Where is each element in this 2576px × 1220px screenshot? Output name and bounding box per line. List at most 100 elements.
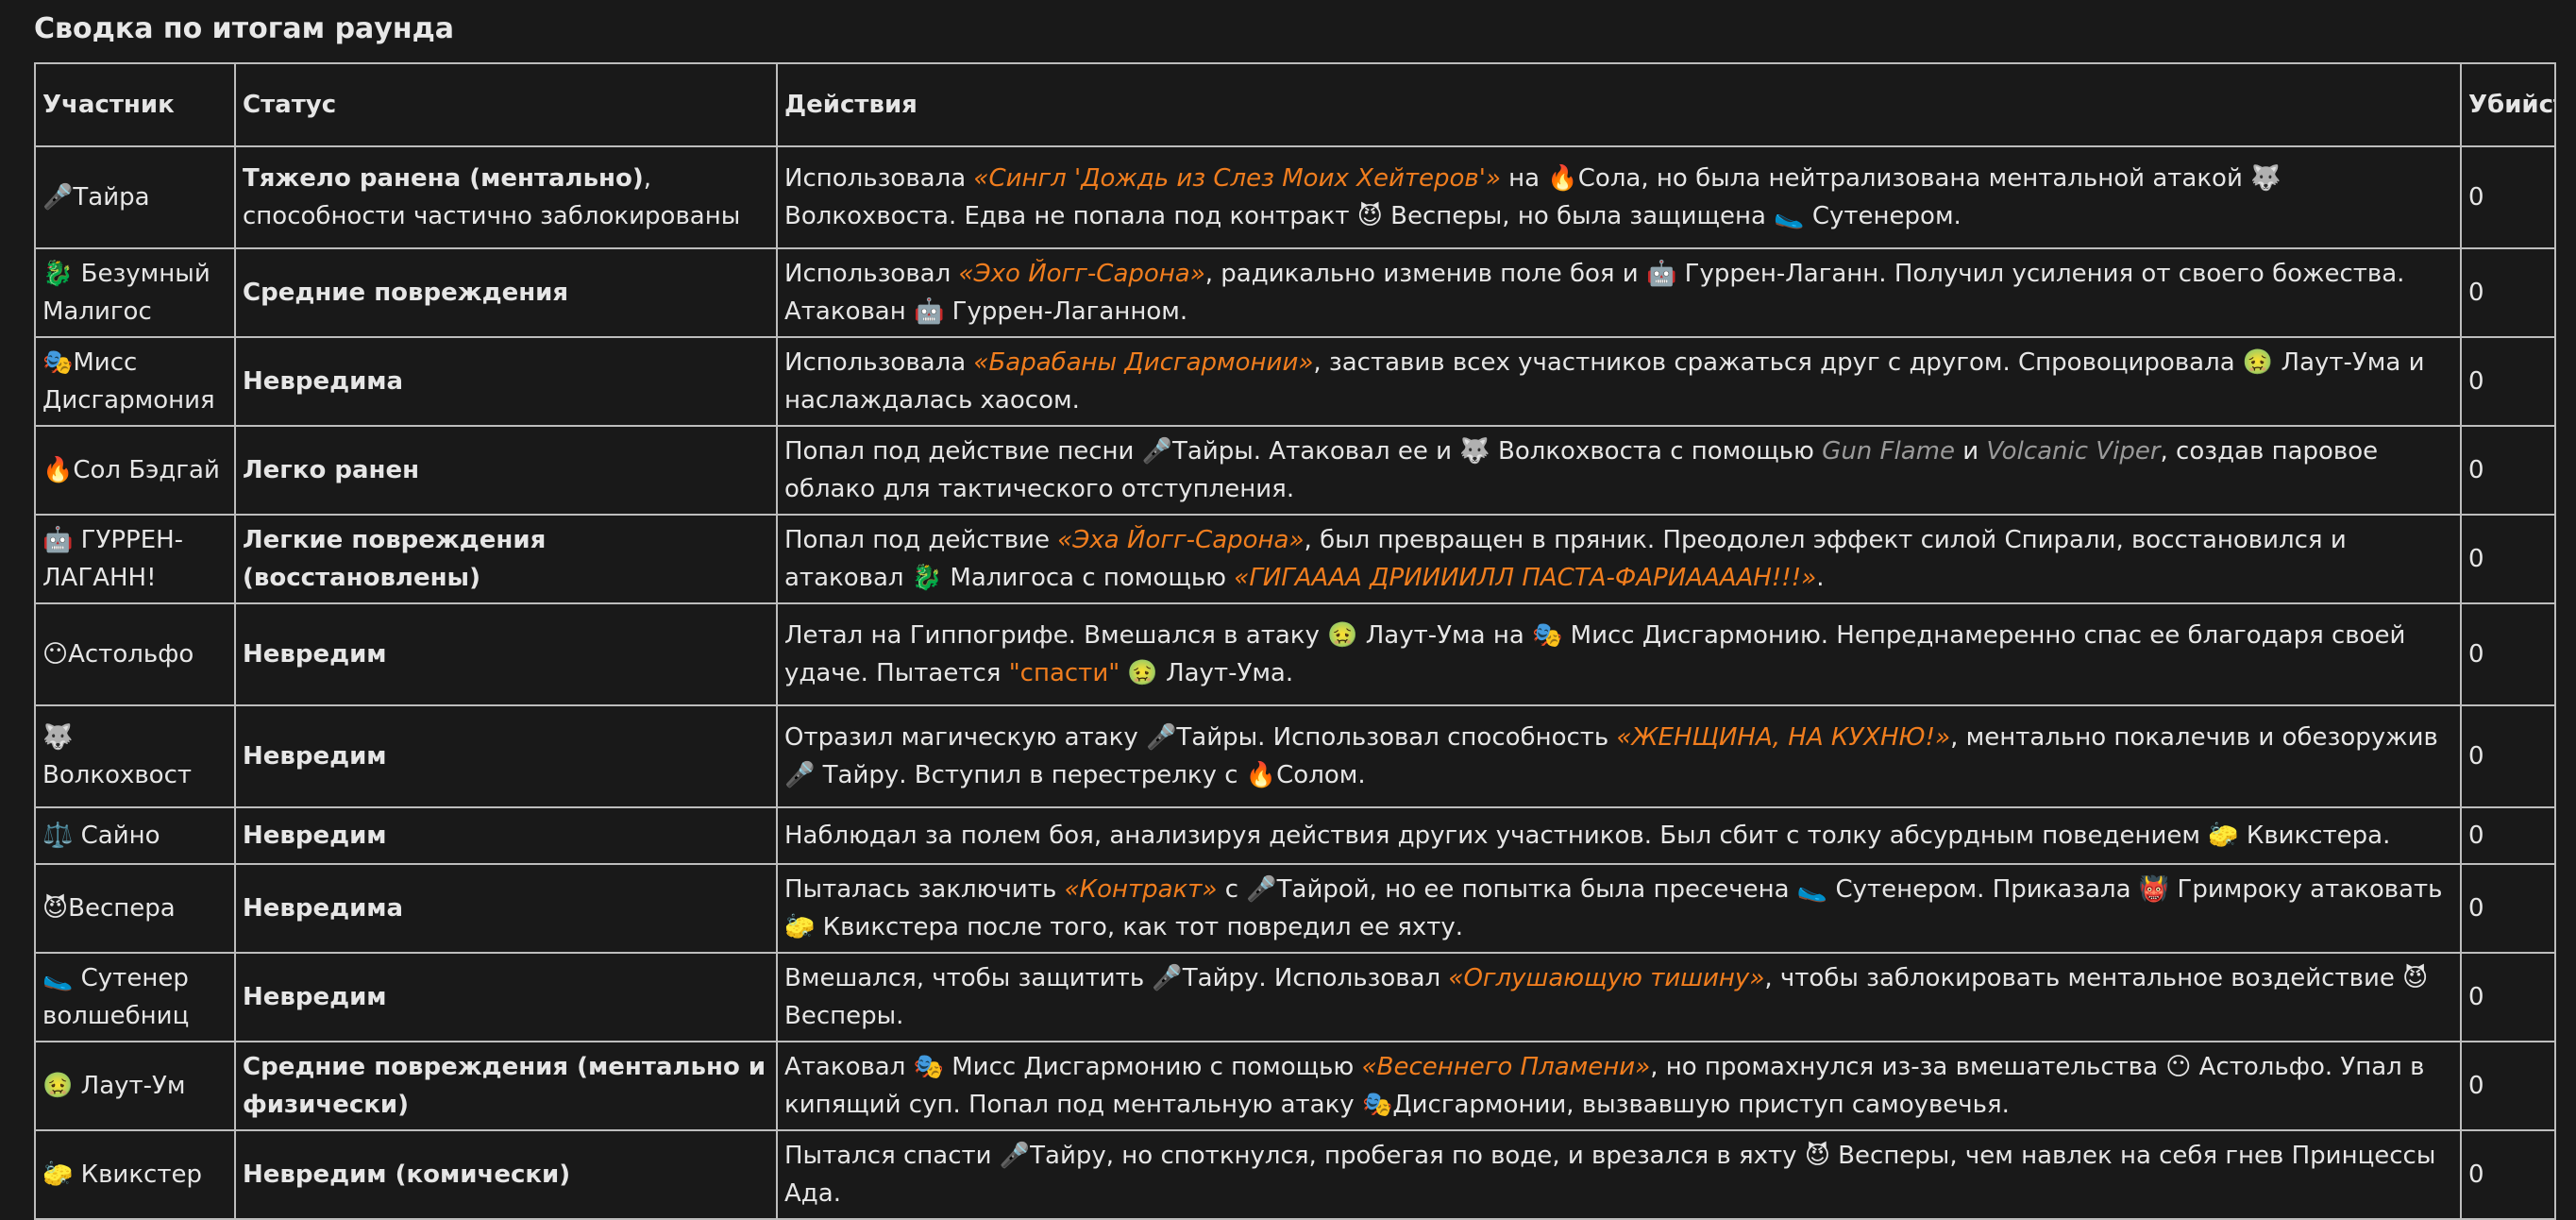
participant-name: 🤢 Лаут-Ум <box>34 1041 236 1131</box>
status-text-bold: Легкие повреждения (восстановлены) <box>243 526 547 592</box>
actions-text: Попал под действие песни 🎤Тайры. Атакова… <box>784 437 1823 466</box>
ability-name: Gun Flame <box>1822 437 1955 466</box>
status-text-bold: Тяжело ранена (ментально) <box>243 164 644 193</box>
actions-text: Наблюдал за полем боя, анализируя действ… <box>784 822 2391 850</box>
kills-value: 0 <box>2460 145 2556 249</box>
actions-text: Использовала <box>784 348 974 377</box>
actions-cell: Летал на Гиппогрифе. Вмешался в атаку 🤢 … <box>776 602 2462 706</box>
participant-name: 🔥Сол Бэдгай <box>34 425 236 516</box>
status-cell: Легко ранен <box>234 425 778 516</box>
table-body: 🎤Тайра Тяжело ранена (ментально), способн… <box>34 145 2556 1220</box>
actions-text: Использовал <box>784 260 959 288</box>
kills-value: 0 <box>2460 602 2556 706</box>
kills-value: 0 <box>2460 704 2556 808</box>
column-header-actions: Действия <box>776 62 2462 147</box>
status-text-bold: Легко ранен <box>243 456 420 484</box>
actions-cell: Наблюдал за полем боя, анализируя действ… <box>776 806 2462 865</box>
status-text-bold: Средние повреждения <box>243 279 569 307</box>
ability-name: «Эхо Йогг-Сарона» <box>958 260 1205 288</box>
ability-name: «Оглушающую тишину» <box>1448 964 1765 992</box>
actions-cell: Использовал «Эхо Йогг-Сарона», радикальн… <box>776 247 2462 338</box>
page: Сводка по итогам раунда Участник Статус … <box>0 0 2576 1220</box>
table-row: 🤖 ГУРРЕН-ЛАГАНН! Легкие повреждения (восс… <box>34 514 2556 604</box>
actions-text: Отразил магическую атаку 🎤Тайры. Использ… <box>784 723 1617 752</box>
actions-cell: Попал под действие «Эха Йогг-Сарона», бы… <box>776 514 2462 604</box>
column-header-status: Статус <box>234 62 778 147</box>
ability-name: «Контракт» <box>1064 875 1218 904</box>
kills-value: 0 <box>2460 425 2556 516</box>
kills-value: 0 <box>2460 514 2556 604</box>
status-text-bold: Невредим <box>243 742 387 771</box>
actions-cell: Пыталась заключить «Контракт» с 🎤Тайрой,… <box>776 863 2462 954</box>
actions-cell: Пытался спасти 🎤Тайру, но споткнулся, пр… <box>776 1129 2462 1220</box>
table-row: 🐺 Волкохвост Невредим Отразил магическую а… <box>34 704 2556 808</box>
table-row: 🧽 Квикстер Невредим (комически) Пытался сп… <box>34 1129 2556 1220</box>
ability-name: "спасти" <box>1008 659 1120 687</box>
participant-name: ⚖️ Сайно <box>34 806 236 865</box>
page-title: Сводка по итогам раунда <box>34 12 455 45</box>
table-row: 🎤Тайра Тяжело ранена (ментально), способн… <box>34 145 2556 249</box>
actions-text: Пыталась заключить <box>784 875 1065 904</box>
column-header-kills: Убийства <box>2460 62 2556 147</box>
kills-value: 0 <box>2460 806 2556 865</box>
participant-name: 🥿 Сутенер волшебниц <box>34 952 236 1042</box>
table-row: 🎭Мисс Дисгармония Невредима Использовала «… <box>34 336 2556 427</box>
participant-name: 🎭Мисс Дисгармония <box>34 336 236 427</box>
actions-cell: Отразил магическую атаку 🎤Тайры. Использ… <box>776 704 2462 808</box>
status-cell: Тяжело ранена (ментально), способности ч… <box>234 145 778 249</box>
kills-value: 0 <box>2460 336 2556 427</box>
table-row: 😶Астольфо Невредим Летал на Гиппогрифе. Вм… <box>34 602 2556 706</box>
kills-value: 0 <box>2460 247 2556 338</box>
table-row: 🤢 Лаут-Ум Средние повреждения (ментально … <box>34 1041 2556 1131</box>
status-cell: Невредим (комически) <box>234 1129 778 1220</box>
status-text-bold: Невредим <box>243 640 387 669</box>
table-row: 😈Веспера Невредима Пыталась заключить «Кон… <box>34 863 2556 954</box>
participant-name: 🎤Тайра <box>34 145 236 249</box>
ability-name: Volcanic Viper <box>1986 437 2161 466</box>
ability-name: «Весеннего Пламени» <box>1361 1053 1651 1081</box>
actions-cell: Вмешался, чтобы защитить 🎤Тайру. Использ… <box>776 952 2462 1042</box>
kills-value: 0 <box>2460 863 2556 954</box>
actions-text: . <box>1816 564 1825 592</box>
status-text-bold: Невредим <box>243 983 387 1011</box>
table-row: 🔥Сол Бэдгай Легко ранен Попал под действие… <box>34 425 2556 516</box>
status-cell: Невредим <box>234 704 778 808</box>
table-row: 🥿 Сутенер волшебниц Невредим Вмешался, что… <box>34 952 2556 1042</box>
actions-cell: Использовала «Сингл 'Дождь из Слез Моих … <box>776 145 2462 249</box>
status-cell: Невредим <box>234 602 778 706</box>
actions-text: и <box>1954 437 1987 466</box>
actions-text: Использовала <box>784 164 974 193</box>
header-row: Участник Статус Действия Убийства <box>34 62 2556 147</box>
table-row: ⚖️ Сайно Невредим Наблюдал за полем боя, а… <box>34 806 2556 865</box>
participant-name: 🐺 Волкохвост <box>34 704 236 808</box>
kills-value: 0 <box>2460 952 2556 1042</box>
status-text-bold: Невредим <box>243 822 387 850</box>
round-summary-table: Участник Статус Действия Убийства 🎤Тайра… <box>34 62 2556 1220</box>
participant-name: 🧽 Квикстер <box>34 1129 236 1220</box>
actions-text: Пытался спасти 🎤Тайру, но споткнулся, пр… <box>784 1142 2436 1208</box>
actions-text: Попал под действие <box>784 526 1058 554</box>
participant-name: 😈Веспера <box>34 863 236 954</box>
kills-value: 0 <box>2460 1041 2556 1131</box>
status-text-bold: Невредима <box>243 894 404 923</box>
status-cell: Средние повреждения <box>234 247 778 338</box>
status-text-bold: Невредим (комически) <box>243 1161 571 1189</box>
status-text-bold: Средние повреждения (ментально и физичес… <box>243 1053 766 1119</box>
ability-name: «ГИГАААА ДРИИИИЛЛ ПАСТА-ФАРИААААН!!!» <box>1234 564 1817 592</box>
participant-name: 😶Астольфо <box>34 602 236 706</box>
column-header-participant: Участник <box>34 62 236 147</box>
actions-cell: Атаковал 🎭 Мисс Дисгармонию с помощью «В… <box>776 1041 2462 1131</box>
status-cell: Невредима <box>234 863 778 954</box>
actions-cell: Попал под действие песни 🎤Тайры. Атакова… <box>776 425 2462 516</box>
actions-cell: Использовала «Барабаны Дисгармонии», зас… <box>776 336 2462 427</box>
ability-name: «Эха Йогг-Сарона» <box>1057 526 1305 554</box>
status-cell: Невредима <box>234 336 778 427</box>
status-cell: Легкие повреждения (восстановлены) <box>234 514 778 604</box>
status-text-bold: Невредима <box>243 367 404 396</box>
ability-name: «Сингл 'Дождь из Слез Моих Хейтеров'» <box>973 164 1501 193</box>
ability-name: «Барабаны Дисгармонии» <box>973 348 1314 377</box>
kills-value: 0 <box>2460 1129 2556 1220</box>
actions-text: Вмешался, чтобы защитить 🎤Тайру. Использ… <box>784 964 1449 992</box>
actions-text: 🤢 Лаут-Ума. <box>1120 659 1294 687</box>
ability-name: «ЖЕНЩИНА, НА КУХНЮ!» <box>1616 723 1951 752</box>
